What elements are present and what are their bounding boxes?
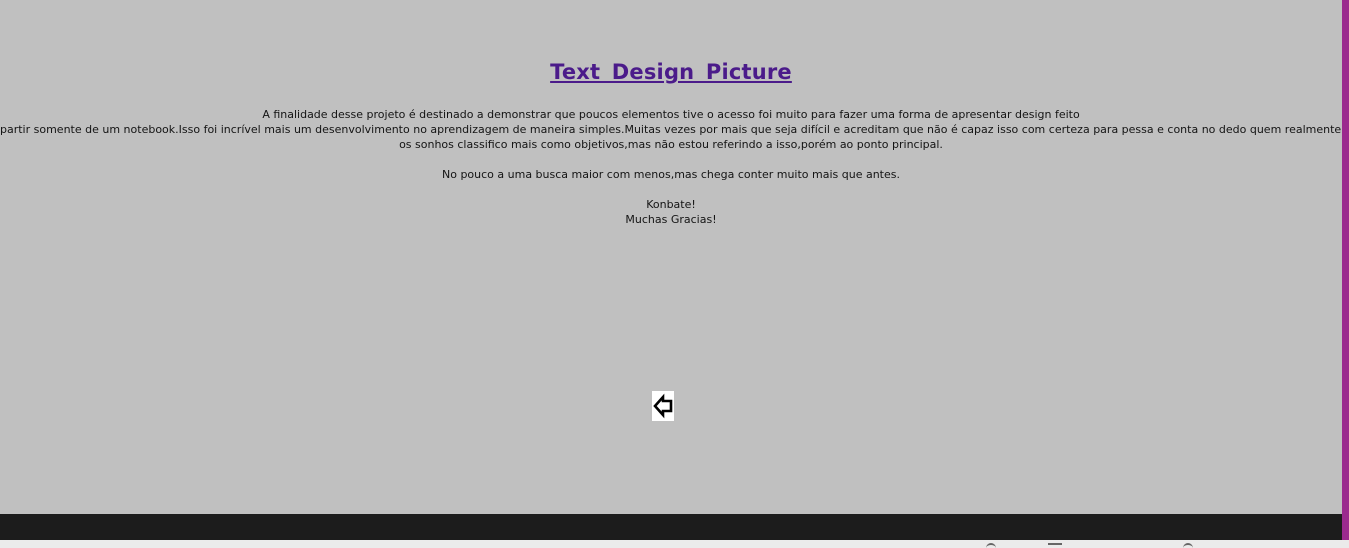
intro-paragraph: A finalidade desse projeto é destinado a…: [0, 107, 1342, 152]
signature-line: Konbate!: [646, 198, 696, 211]
back-button[interactable]: [652, 391, 674, 421]
page-content: Text Design Picture A finalidade desse p…: [0, 0, 1342, 514]
tray-icon: [1048, 543, 1062, 548]
paragraph-line: partir somente de um notebook.Isso foi i…: [0, 123, 1342, 136]
page-title: Text Design Picture: [550, 60, 792, 84]
bottom-strip: [0, 540, 1349, 548]
tray-icon: [1183, 543, 1193, 548]
taskbar: [0, 514, 1342, 540]
paragraph-line: os sonhos classifico mais como objetivos…: [399, 138, 943, 151]
second-paragraph: No pouco a uma busca maior com menos,mas…: [441, 168, 900, 181]
tray-icon: [986, 543, 996, 548]
scrollbar-accent[interactable]: [1342, 0, 1349, 540]
browser-viewport: Text Design Picture A finalidade desse p…: [0, 0, 1349, 548]
back-arrow-icon: [653, 393, 673, 419]
signature-line: Muchas Gracias!: [625, 213, 717, 226]
paragraph-line: A finalidade desse projeto é destinado a…: [262, 108, 1080, 121]
